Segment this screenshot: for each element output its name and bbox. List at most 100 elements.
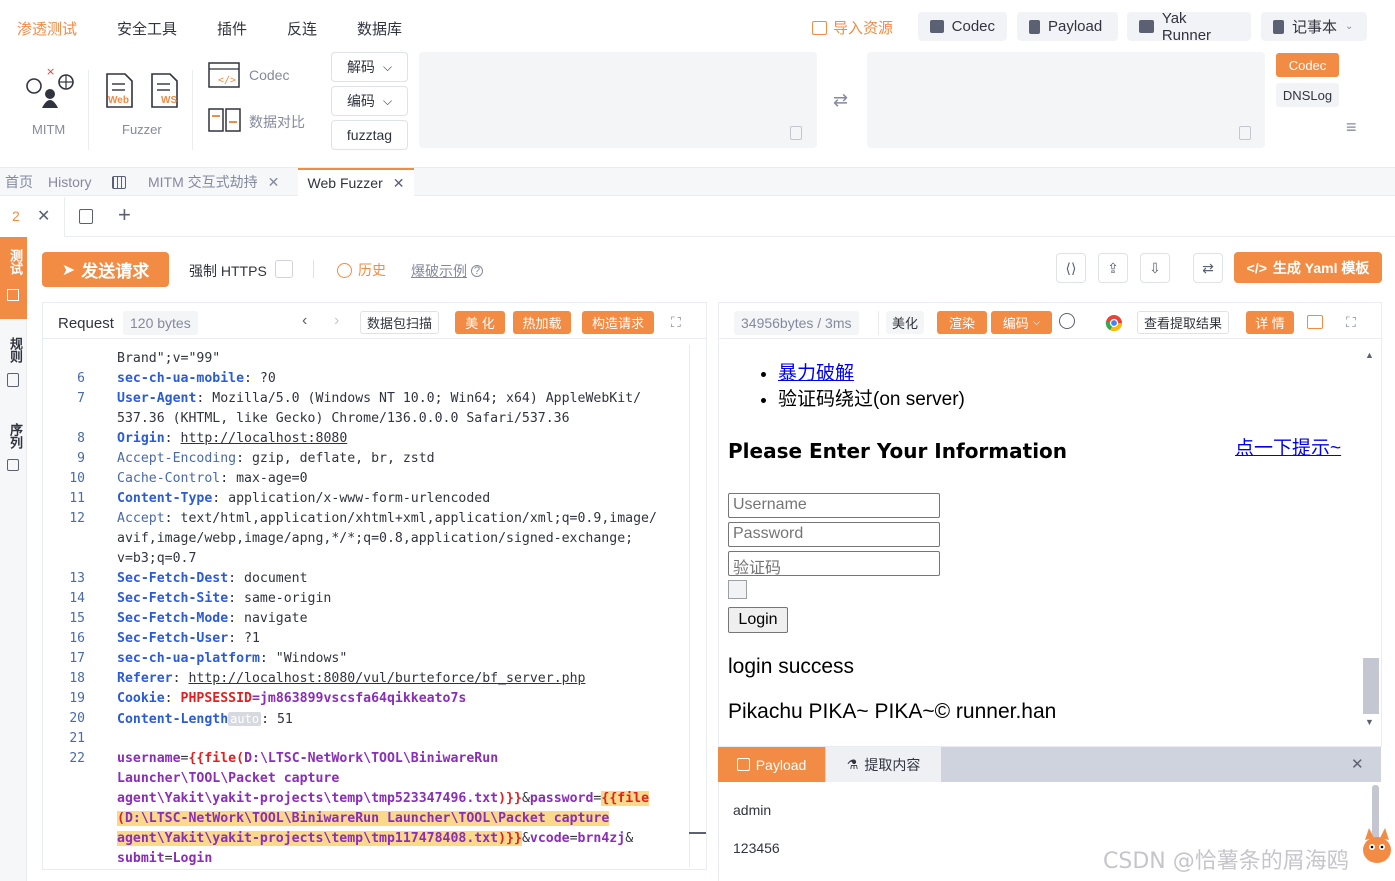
code-token: Content-Type — [117, 491, 213, 506]
build-request-button[interactable]: 构造请求 — [582, 311, 654, 334]
copy-icon[interactable] — [1239, 126, 1251, 140]
captcha-input[interactable]: 验证码 — [728, 551, 940, 577]
copy-icon[interactable] — [790, 126, 802, 140]
scroll-down-icon[interactable]: ▼ — [1365, 717, 1374, 727]
brute-example-link[interactable]: 爆破示例? — [411, 261, 483, 281]
tab-mitm[interactable]: MITM 交互式劫持 ✕ — [143, 168, 284, 196]
nav-reverse[interactable]: 反连 — [287, 18, 317, 39]
strip-test[interactable]: 测试 — [0, 237, 27, 319]
generate-yaml-button[interactable]: </> 生成 Yaml 模板 — [1234, 252, 1382, 283]
render-button[interactable]: 渲染 — [937, 311, 987, 334]
payload-tab[interactable]: Payload — [718, 747, 825, 782]
strip-rules[interactable]: 规则 — [0, 331, 27, 399]
table-icon — [112, 175, 126, 189]
scroll-up-icon[interactable]: ▲ — [1365, 350, 1374, 360]
code-line: username={{file(D:\LTSC-NetWork\TOOL\Bin… — [117, 749, 687, 769]
nav-plugins[interactable]: 插件 — [217, 18, 247, 39]
line-number: 18 — [69, 671, 85, 686]
swap-icon[interactable]: ⇄ — [833, 90, 848, 111]
compare-icon[interactable] — [208, 106, 242, 134]
history-label: 历史 — [358, 262, 386, 278]
strip-sequence[interactable]: 序列 — [0, 417, 27, 485]
save-icon[interactable] — [79, 209, 93, 224]
list-item[interactable]: 暴力破解 — [778, 361, 965, 387]
mitm-icon[interactable]: × — [24, 66, 76, 112]
line-number: 11 — [69, 491, 85, 506]
payload-icon — [736, 758, 750, 771]
close-icon[interactable]: ✕ — [393, 175, 405, 192]
history-button[interactable]: 历史 — [337, 260, 386, 280]
svg-text:</>: </> — [218, 75, 236, 86]
encode-select[interactable]: 编码 ⌵ — [331, 86, 408, 116]
codec-side-tab[interactable]: Codec — [1276, 53, 1339, 77]
tab-table-icon[interactable] — [107, 168, 131, 196]
close-icon[interactable]: ✕ — [1351, 755, 1364, 773]
force-https-checkbox[interactable] — [275, 260, 293, 278]
chrome-icon[interactable] — [1105, 314, 1123, 332]
codec-tool-icon[interactable]: </> — [208, 62, 242, 90]
compare-label[interactable]: 数据对比 — [249, 112, 305, 132]
codec-output-area[interactable] — [867, 52, 1265, 148]
dnslog-side-tab[interactable]: DNSLog — [1276, 83, 1339, 107]
fullscreen-icon[interactable]: ⛶ — [671, 314, 681, 331]
response-scrollbar[interactable] — [1363, 658, 1379, 714]
payload-top-button[interactable]: Payload — [1017, 12, 1118, 41]
prev-icon[interactable]: ‹ — [302, 312, 307, 330]
menu-fold-icon[interactable]: ≡ — [1346, 117, 1357, 138]
editor-scrollbar[interactable] — [689, 832, 706, 834]
codec-top-button[interactable]: Codec — [918, 12, 1007, 41]
web-label: Web — [108, 95, 129, 106]
export-button[interactable]: ⇪ — [1098, 253, 1128, 283]
extract-tab[interactable]: ⚗ 提取内容 — [826, 747, 941, 782]
password-input[interactable]: Password — [728, 522, 940, 547]
request-editor[interactable]: Brand";v="99" 6 sec-ch-ua-mobile: ?0 7 User-… — [43, 340, 688, 868]
close-icon[interactable]: ✕ — [268, 174, 280, 191]
brute-force-link[interactable]: 暴力破解 — [778, 363, 854, 384]
notepad-button[interactable]: 记事本 ⌄ — [1261, 12, 1367, 41]
fullscreen-icon[interactable]: ⛶ — [1346, 314, 1356, 331]
nav-security-tools[interactable]: 安全工具 — [117, 18, 177, 39]
hot-reload-button[interactable]: 热加载 — [513, 311, 571, 334]
send-request-button[interactable]: ➤ 发送请求 — [42, 252, 169, 287]
view-extract-button[interactable]: 查看提取结果 — [1137, 311, 1230, 334]
tab-history[interactable]: History — [43, 168, 97, 196]
add-tab-icon[interactable]: + — [118, 202, 131, 228]
code-token: = — [569, 831, 578, 846]
response-beautify-button[interactable]: 美化 — [886, 311, 925, 334]
search-icon[interactable] — [1059, 313, 1075, 329]
username-input[interactable]: Username — [728, 493, 940, 518]
close-icon[interactable]: ✕ — [37, 206, 50, 226]
divider — [718, 338, 1382, 339]
comment-icon[interactable] — [1307, 315, 1323, 329]
top-nav: 渗透测试 安全工具 插件 反连 数据库 导入资源 Codec Payload Y… — [0, 0, 1395, 52]
nav-pentest[interactable]: 渗透测试 — [17, 18, 77, 39]
fuzztag-button[interactable]: fuzztag — [331, 120, 408, 150]
code-token: : navigate — [228, 611, 308, 626]
hint-link[interactable]: 点一下提示~ — [1235, 433, 1341, 460]
beautify-button[interactable]: 美 化 — [455, 311, 505, 334]
encoding-select[interactable]: 编码 ⌵ — [991, 311, 1052, 334]
sub-tab-2[interactable]: 2 ✕ — [0, 197, 65, 237]
codec-tool-label[interactable]: Codec — [249, 67, 289, 83]
codec-input-area[interactable] — [419, 52, 817, 148]
import-button[interactable]: ⇩ — [1140, 253, 1170, 283]
login-button[interactable]: Login — [728, 607, 788, 633]
code-line: agent\Yakit\yakit-projects\temp\tmp11747… — [117, 829, 687, 849]
yak-runner-button[interactable]: Yak Runner — [1127, 10, 1251, 44]
details-button[interactable]: 详 情 — [1246, 311, 1294, 334]
tab-web-fuzzer[interactable]: Web Fuzzer ✕ — [298, 168, 414, 196]
packet-scan-button[interactable]: 数据包扫描 — [360, 311, 440, 334]
sub-tab-number: 2 — [12, 208, 20, 224]
tab-home[interactable]: 首页 — [0, 168, 38, 196]
next-icon[interactable]: › — [334, 312, 339, 330]
force-https-label: 强制 HTTPS — [189, 263, 267, 279]
share-button[interactable]: ⟨⟩ — [1056, 253, 1086, 283]
nav-database[interactable]: 数据库 — [357, 18, 402, 39]
import-resource-button[interactable]: 导入资源 — [812, 17, 893, 38]
payload-icon — [1029, 19, 1040, 34]
swap-layout-button[interactable]: ⇄ — [1193, 253, 1223, 283]
code-token: Sec-Fetch-Dest — [117, 571, 229, 586]
strip-test-label: 测试 — [8, 249, 23, 275]
code-line: Referer: http://localhost:8080/vul/burte… — [117, 669, 687, 689]
decode-select[interactable]: 解码 ⌵ — [331, 52, 408, 82]
